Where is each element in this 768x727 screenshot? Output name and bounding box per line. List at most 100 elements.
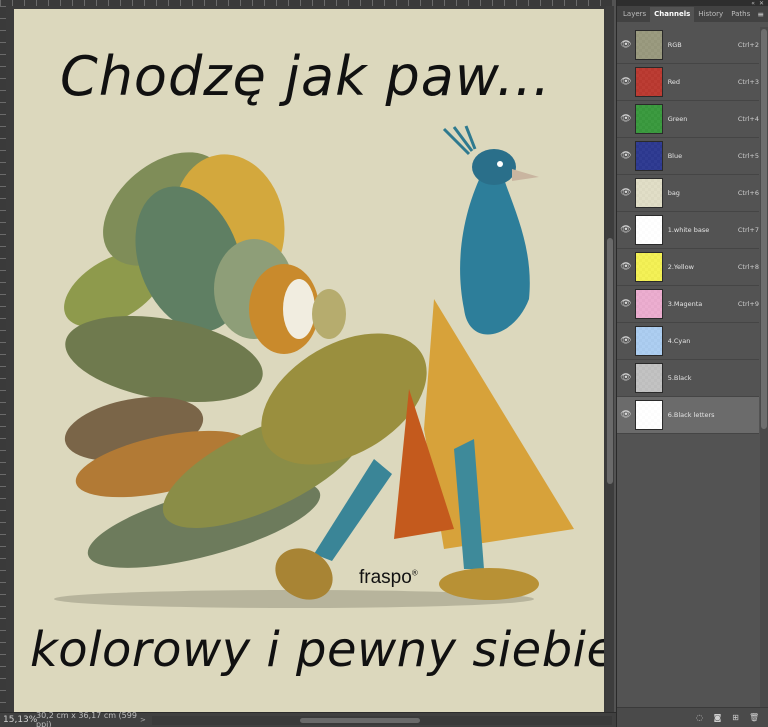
trash-icon[interactable]: 🗑 [749,713,759,722]
channel-thumbnail [634,104,663,134]
channel-thumbnail-fill [635,327,662,355]
channel-name: 1.white base [667,226,710,234]
eye-icon[interactable]: 👁 [617,151,635,161]
channel-shortcut: Ctrl+5 [737,152,760,160]
eye-icon[interactable]: 👁 [617,40,635,50]
scroll-thumb[interactable] [607,238,613,484]
channel-name: 6.Black letters [667,411,715,419]
status-menu-arrow[interactable]: > [140,716,152,724]
channel-thumbnail-fill [635,290,662,318]
canvas-vertical-scrollbar[interactable] [606,6,614,712]
channel-shortcut: Ctrl+8 [737,263,760,271]
channels-panel: « ✕ Layers Channels History Paths ≡ 👁 RGB… [616,0,768,727]
tab-history[interactable]: History [694,7,727,22]
channel-row[interactable]: 👁 Red Ctrl+3 [617,64,759,101]
tagline-text: kolorowy i pewny siebie [30,622,604,678]
tab-paths[interactable]: Paths [727,7,754,22]
channel-thumbnail-fill [635,105,662,133]
channel-thumbnail-fill [635,179,662,207]
channel-shortcut: Ctrl+6 [737,189,760,197]
mask-icon[interactable]: ◙ [713,713,722,722]
channel-name: 4.Cyan [667,337,691,345]
channel-thumbnail-fill [635,142,662,170]
channel-thumbnail-fill [635,364,662,392]
channel-name: Blue [667,152,683,160]
headline-text: Chodzę jak paw... [60,45,552,108]
channel-thumbnail-fill [635,253,662,281]
channel-list: 👁 RGB Ctrl+2 👁 Red Ctrl+3 👁 Green Ctrl+4 👁 Blue Ctr… [617,27,759,434]
channel-row[interactable]: 👁 2.Yellow Ctrl+8 [617,249,759,286]
channel-name: Red [667,78,681,86]
eye-icon[interactable]: 👁 [617,114,635,124]
channel-thumbnail [634,178,663,208]
status-bar: 15,13% 30,2 cm x 36,17 cm (599 ppi) > [0,711,616,727]
channel-thumbnail-fill [635,68,662,96]
channel-thumbnail [634,30,663,60]
fabric-tail [64,152,427,568]
panel-scrollbar[interactable] [760,27,768,707]
eye-icon[interactable]: 👁 [617,299,635,309]
peacock-head [472,149,516,185]
channel-thumbnail-fill [635,216,662,244]
zoom-level[interactable]: 15,13% [0,715,37,725]
scroll-thumb[interactable] [300,717,420,723]
channel-shortcut: Ctrl+4 [737,115,760,123]
channel-row[interactable]: 👁 Green Ctrl+4 [617,101,759,138]
tab-layers[interactable]: Layers [619,7,650,22]
canvas-horizontal-scrollbar[interactable] [152,715,612,725]
panel-tabs: Layers Channels History Paths ≡ [617,6,768,22]
peacock-body [460,169,530,335]
dotted-circle-icon[interactable]: ◌ [695,713,704,722]
peacock-crest [442,125,477,156]
channel-thumbnail [634,326,663,356]
channel-thumbnail [634,400,663,430]
channel-thumbnail-fill [635,401,662,429]
peacock-artwork [54,125,574,608]
channel-row[interactable]: 👁 3.Magenta Ctrl+9 [617,286,759,323]
channel-thumbnail [634,363,663,393]
channel-shortcut: Ctrl+9 [737,300,760,308]
channel-row[interactable]: 👁 5.Black [617,360,759,397]
brand-logo: fraspo® [359,567,418,589]
channel-shortcut: Ctrl+3 [737,78,760,86]
channel-shortcut: Ctrl+2 [737,41,760,49]
channel-row[interactable]: 👁 4.Cyan [617,323,759,360]
eye-icon[interactable]: 👁 [617,336,635,346]
channel-row[interactable]: 👁 Blue Ctrl+5 [617,138,759,175]
panel-footer: ◌ ◙ ⊞ 🗑 [617,707,768,727]
channel-thumbnail [634,67,663,97]
sneaker-front [439,568,539,600]
canvas-workspace[interactable]: Chodzę jak paw... fraspo® kolorowy i pew… [6,6,606,712]
scroll-thumb[interactable] [761,29,767,429]
brand-name: fraspo [359,567,412,588]
eye-icon[interactable]: 👁 [617,262,635,272]
new-channel-icon[interactable]: ⊞ [731,713,740,722]
document-info: 30,2 cm x 36,17 cm (599 ppi) [36,711,137,727]
channel-row[interactable]: 👁 bag Ctrl+6 [617,175,759,212]
eye-icon[interactable]: 👁 [617,225,635,235]
channel-name: 2.Yellow [667,263,694,271]
channel-name: RGB [667,41,682,49]
tab-channels[interactable]: Channels [650,7,695,22]
eye-icon[interactable]: 👁 [617,188,635,198]
channel-name: bag [667,189,680,197]
photoshop-window: Chodzę jak paw... fraspo® kolorowy i pew… [0,0,768,727]
channel-thumbnail [634,252,663,282]
channel-thumbnail [634,289,663,319]
channel-name: Green [667,115,688,123]
eye-icon[interactable]: 👁 [617,77,635,87]
channel-thumbnail-fill [635,31,662,59]
channel-thumbnail [634,141,663,171]
channel-row[interactable]: 👁 1.white base Ctrl+7 [617,212,759,249]
channel-shortcut: Ctrl+7 [737,226,760,234]
eye-icon[interactable]: 👁 [617,373,635,383]
registered-mark: ® [411,568,418,578]
channel-row[interactable]: 👁 RGB Ctrl+2 [617,27,759,64]
panel-menu-icon[interactable]: ≡ [757,10,764,19]
channel-name: 3.Magenta [667,300,703,308]
channel-name: 5.Black [667,374,692,382]
eye-icon[interactable]: 👁 [617,410,635,420]
document-canvas[interactable]: Chodzę jak paw... fraspo® kolorowy i pew… [14,9,604,712]
channel-thumbnail [634,215,663,245]
channel-row[interactable]: 👁 6.Black letters [617,397,759,434]
